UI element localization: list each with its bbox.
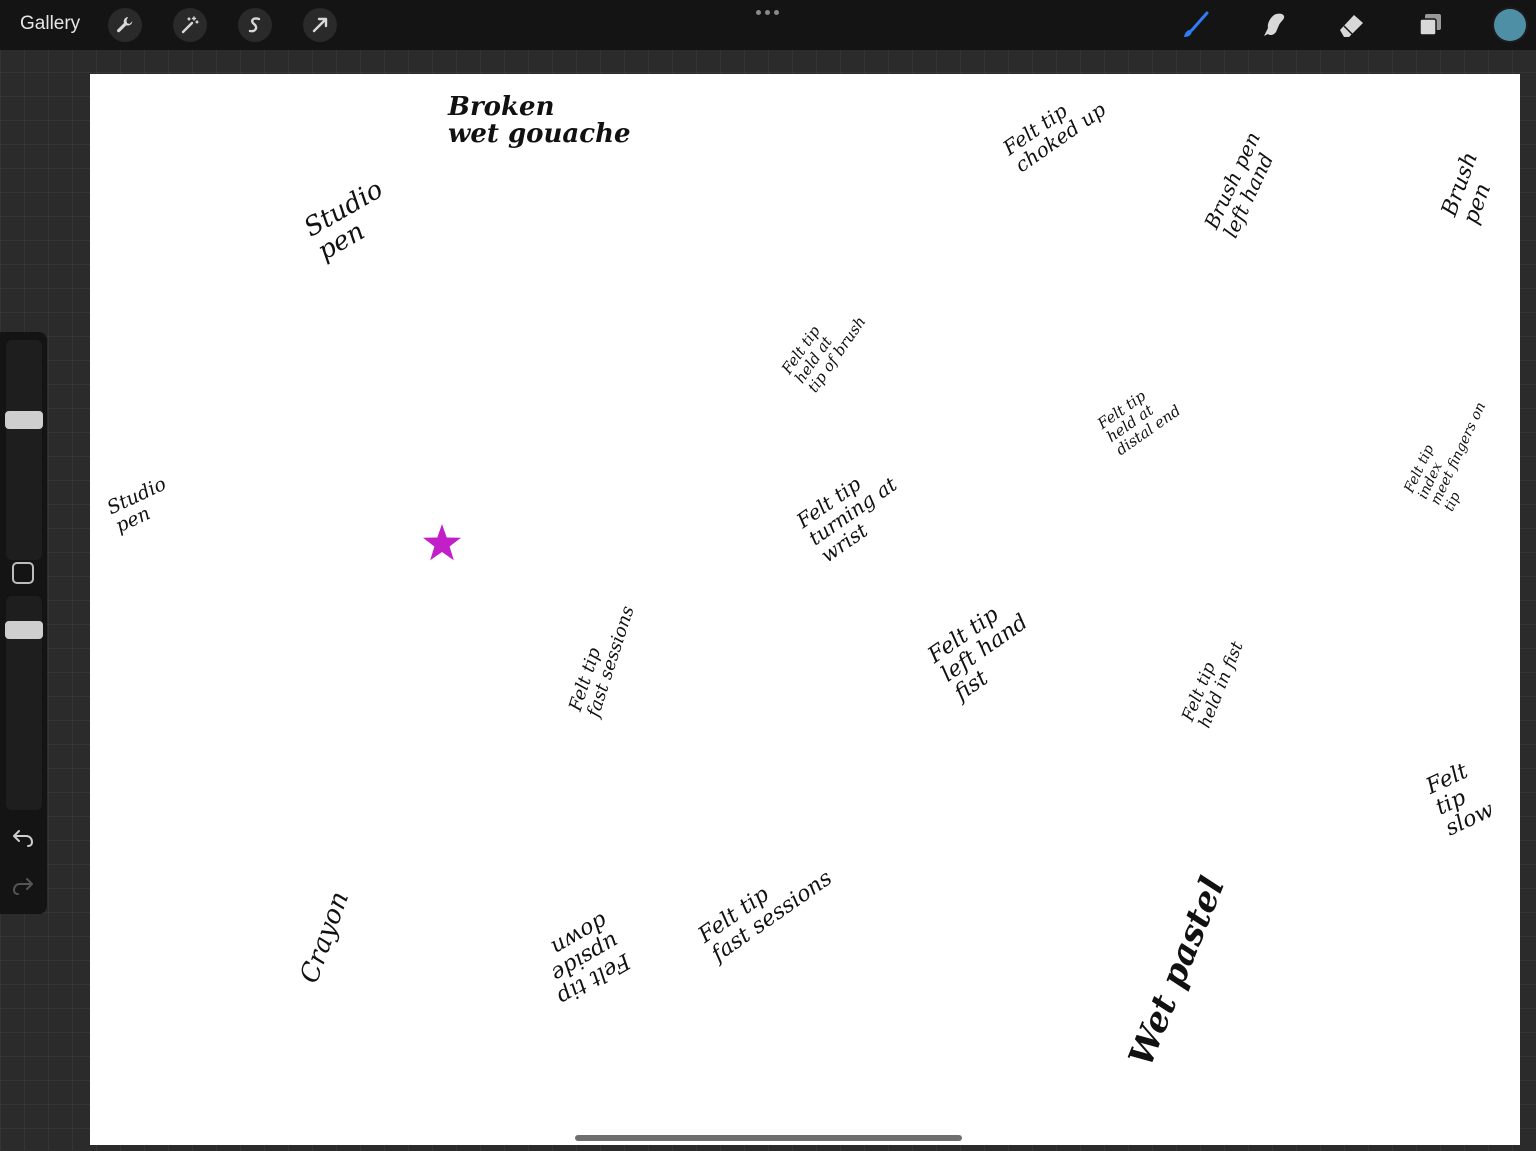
wrench-icon[interactable] xyxy=(108,8,142,42)
modify-button[interactable] xyxy=(12,562,34,584)
undo-arrow-icon[interactable] xyxy=(11,828,35,853)
color-swatch[interactable] xyxy=(1494,9,1526,41)
drawing-canvas[interactable]: Studio pen Broken wet gouache Felt tip c… xyxy=(90,74,1520,1145)
more-dots-icon[interactable] xyxy=(756,10,779,15)
magenta-star-icon xyxy=(423,524,461,561)
selection-s-icon[interactable] xyxy=(238,8,272,42)
arrow-cursor-icon[interactable] xyxy=(303,8,337,42)
top-toolbar: Gallery xyxy=(0,0,1536,50)
layers-icon[interactable] xyxy=(1413,8,1447,42)
left-sidebar xyxy=(0,332,47,914)
smudge-finger-icon[interactable] xyxy=(1256,8,1290,42)
brush-size-slider-track[interactable] xyxy=(6,340,42,560)
note-broken-wet-gouache: Broken wet gouache xyxy=(448,92,631,150)
brush-icon[interactable] xyxy=(1178,8,1212,42)
redo-arrow-icon[interactable] xyxy=(11,876,35,901)
gallery-button[interactable]: Gallery xyxy=(20,13,80,35)
opacity-slider-thumb[interactable] xyxy=(5,621,43,640)
eraser-icon[interactable] xyxy=(1334,8,1368,42)
brush-size-slider-thumb[interactable] xyxy=(5,410,43,429)
home-indicator xyxy=(575,1135,962,1141)
bird-sketches xyxy=(423,524,461,561)
magic-wand-icon[interactable] xyxy=(173,8,207,42)
